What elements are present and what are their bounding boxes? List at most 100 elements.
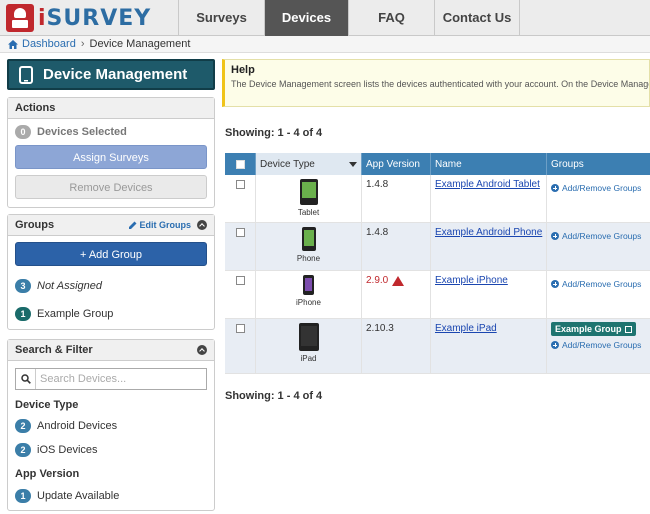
pencil-icon: [128, 221, 136, 229]
breadcrumb-separator: ›: [80, 38, 85, 50]
table-row: Tablet 1.4.8 Example Android Tablet Add/…: [225, 175, 650, 223]
edit-groups-link[interactable]: Edit Groups: [128, 220, 191, 230]
filter-count-badge: 2: [15, 443, 31, 457]
warning-icon: [392, 275, 405, 286]
device-type-heading: Device Type: [15, 399, 79, 411]
column-device-type[interactable]: Device Type: [256, 153, 362, 175]
column-app-version[interactable]: App Version: [362, 153, 431, 175]
groups-panel-header: Groups Edit Groups: [8, 215, 214, 236]
group-item-not-assigned[interactable]: 3 Not Assigned: [15, 279, 214, 293]
logo-text: iSURVEY: [38, 5, 152, 31]
search-box: [15, 368, 207, 390]
devices-table: Device Type App Version Name Groups Tabl…: [225, 153, 650, 374]
app-version-cell: 2.10.3: [362, 319, 431, 373]
nav-contact-us[interactable]: Contact Us: [434, 0, 520, 36]
add-remove-groups-link[interactable]: Add/Remove Groups: [551, 279, 650, 289]
search-filter-header: Search & Filter: [8, 340, 214, 361]
help-text: The Device Management screen lists the d…: [231, 79, 650, 89]
app-logo[interactable]: iSURVEY: [6, 3, 151, 33]
collapse-search-icon[interactable]: [197, 345, 207, 355]
home-icon: [8, 39, 18, 49]
select-all-cell: [225, 153, 256, 175]
row-checkbox[interactable]: [235, 180, 245, 189]
plus-circle-icon: [551, 232, 559, 240]
name-cell: Example Android Phone: [431, 223, 547, 270]
device-type-cell: iPhone: [256, 271, 362, 318]
groups-cell: Example Group Add/Remove Groups: [547, 319, 650, 373]
column-groups[interactable]: Groups: [547, 153, 650, 175]
showing-count-top: Showing: 1 - 4 of 4: [225, 127, 323, 139]
page-title: Device Management: [7, 59, 215, 90]
logo-mark-icon: [6, 4, 34, 32]
groups-cell: Add/Remove Groups: [547, 175, 650, 222]
group-tag[interactable]: Example Group: [551, 322, 636, 336]
row-checkbox[interactable]: [235, 276, 245, 285]
filter-ios-devices[interactable]: 2 iOS Devices: [15, 443, 214, 457]
app-version-cell: 1.4.8: [362, 223, 431, 270]
app-version-cell: 2.9.0: [362, 271, 431, 318]
ipad-icon: [298, 323, 319, 351]
iphone-icon: [303, 275, 314, 295]
group-item-example-group[interactable]: 1 Example Group: [15, 307, 214, 321]
plus-circle-icon: [551, 341, 559, 349]
main-nav: Surveys Devices FAQ Contact Us: [178, 0, 520, 36]
selected-count-badge: 0: [15, 125, 31, 139]
actions-panel-header: Actions: [8, 98, 214, 119]
groups-panel: Groups Edit Groups + Add Group 3 Not Ass…: [7, 214, 215, 330]
device-type-cell: Phone: [256, 223, 362, 270]
add-remove-groups-link[interactable]: Add/Remove Groups: [551, 231, 650, 241]
row-select-cell: [225, 175, 256, 222]
breadcrumb: Dashboard › Device Management: [0, 36, 650, 53]
column-name[interactable]: Name: [431, 153, 547, 175]
top-bar: iSURVEY Surveys Devices FAQ Contact Us: [0, 0, 650, 36]
actions-panel: Actions 0 Devices Selected Assign Survey…: [7, 97, 215, 208]
assign-surveys-button[interactable]: Assign Surveys: [15, 145, 207, 169]
remove-tag-icon[interactable]: [624, 325, 632, 333]
select-all-checkbox[interactable]: [235, 159, 245, 169]
remove-devices-button[interactable]: Remove Devices: [15, 175, 207, 199]
device-name-link[interactable]: Example Android Tablet: [435, 179, 540, 190]
search-filter-panel: Search & Filter Device Type 2 Android De…: [7, 339, 215, 511]
group-count-badge: 1: [15, 307, 31, 321]
filter-android-devices[interactable]: 2 Android Devices: [15, 419, 214, 433]
row-select-cell: [225, 223, 256, 270]
collapse-groups-icon[interactable]: [197, 220, 207, 230]
app-version-cell: 1.4.8: [362, 175, 431, 222]
breadcrumb-current: Device Management: [89, 38, 191, 50]
filter-count-badge: 1: [15, 489, 31, 503]
filter-update-available[interactable]: 1 Update Available: [15, 489, 214, 503]
device-name-link[interactable]: Example Android Phone: [435, 227, 542, 238]
showing-count-bottom: Showing: 1 - 4 of 4: [225, 390, 323, 402]
add-remove-groups-link[interactable]: Add/Remove Groups: [551, 340, 650, 350]
row-checkbox[interactable]: [235, 228, 245, 237]
plus-circle-icon: [551, 280, 559, 288]
name-cell: Example iPad: [431, 319, 547, 373]
mobile-device-icon: [19, 65, 33, 84]
table-row: Phone 1.4.8 Example Android Phone Add/Re…: [225, 223, 650, 271]
nav-faq[interactable]: FAQ: [348, 0, 434, 36]
device-type-cell: iPad: [256, 319, 362, 373]
table-row: iPad 2.10.3 Example iPad Example Group A…: [225, 319, 650, 374]
device-name-link[interactable]: Example iPad: [435, 323, 497, 334]
sort-caret-icon: [349, 161, 357, 167]
row-select-cell: [225, 319, 256, 373]
breadcrumb-dashboard[interactable]: Dashboard: [22, 38, 76, 50]
nav-devices[interactable]: Devices: [264, 0, 348, 36]
search-icon: [16, 369, 36, 389]
android-phone-icon: [301, 227, 316, 251]
device-type-cell: Tablet: [256, 175, 362, 222]
nav-surveys[interactable]: Surveys: [178, 0, 264, 36]
row-checkbox[interactable]: [235, 324, 245, 333]
add-remove-groups-link[interactable]: Add/Remove Groups: [551, 183, 650, 193]
devices-selected: 0 Devices Selected: [15, 125, 214, 139]
groups-cell: Add/Remove Groups: [547, 223, 650, 270]
search-input[interactable]: [36, 369, 206, 389]
app-version-heading: App Version: [15, 468, 80, 480]
table-header: Device Type App Version Name Groups: [225, 153, 650, 175]
groups-cell: Add/Remove Groups: [547, 271, 650, 318]
android-tablet-icon: [299, 179, 318, 205]
add-group-button[interactable]: + Add Group: [15, 242, 207, 266]
group-count-badge: 3: [15, 279, 31, 293]
help-title: Help: [231, 64, 255, 76]
device-name-link[interactable]: Example iPhone: [435, 275, 508, 286]
